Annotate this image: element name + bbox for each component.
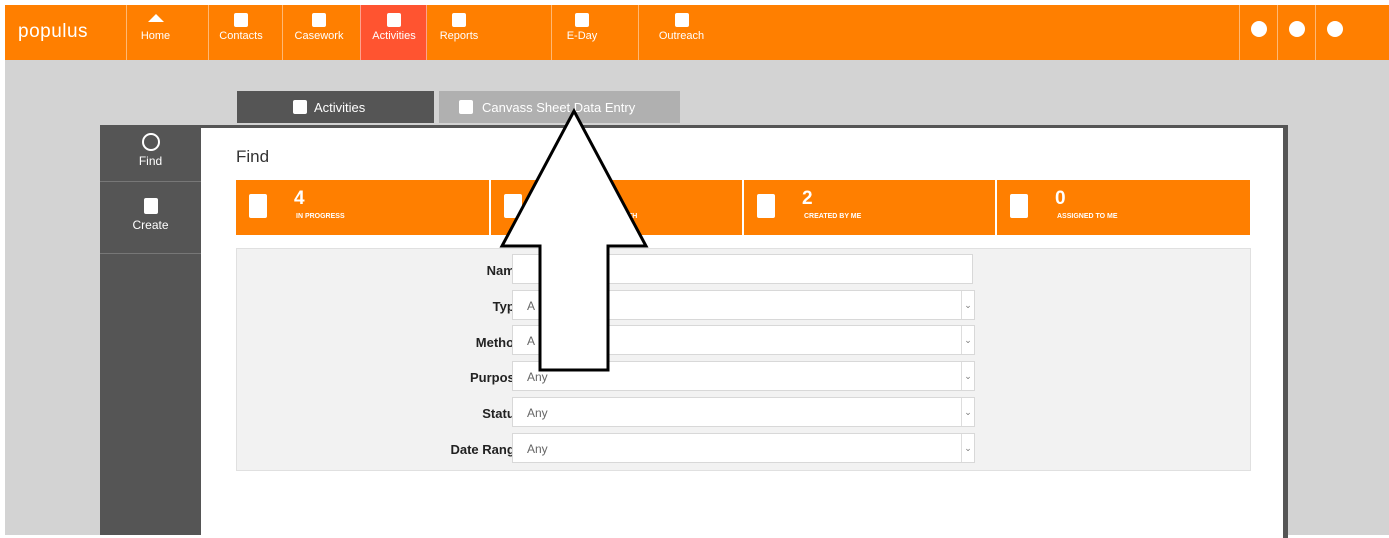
main-area: Activities Canvass Sheet Data Entry Find… xyxy=(5,60,1389,538)
clipboard-user-icon xyxy=(1010,194,1028,218)
user-icon xyxy=(1327,21,1343,37)
info-button[interactable] xyxy=(1277,5,1316,60)
stat-number: 2 xyxy=(802,188,813,209)
sidebar-item-label: Create xyxy=(132,218,169,232)
stat-label: ASSIGNED TO ME xyxy=(1057,213,1118,220)
stat-number: 4 xyxy=(294,188,305,209)
stat-label: CREATED BY ME xyxy=(804,213,862,220)
sidebar-item-create[interactable]: Create xyxy=(100,198,201,254)
nav-item-outreach[interactable]: Outreach xyxy=(638,5,724,60)
info-icon xyxy=(1289,21,1305,37)
page-title: Find xyxy=(236,147,270,166)
tab-activities[interactable]: Activities xyxy=(237,91,434,123)
select-value: Any xyxy=(527,442,548,456)
select-value: Any xyxy=(527,406,548,420)
nav-item-label: Reports xyxy=(439,30,479,42)
settings-button[interactable] xyxy=(1239,5,1278,60)
outreach-icon xyxy=(674,13,689,27)
nav-item-label: Activities xyxy=(372,30,416,42)
nav-item-label: E-Day xyxy=(566,30,598,42)
user-menu-button[interactable] xyxy=(1315,5,1354,60)
sidebar-item-find[interactable]: Find xyxy=(100,133,201,182)
sidebar: Find Create xyxy=(100,125,201,535)
sidebar-item-label: Find xyxy=(138,154,163,168)
stat-card-in-progress[interactable]: 4 IN PROGRESS xyxy=(236,180,489,235)
nav-item-label: Outreach xyxy=(658,30,705,42)
search-icon xyxy=(141,133,160,151)
stat-card-assigned-to-me[interactable]: 0 ASSIGNED TO ME xyxy=(997,180,1250,235)
home-icon xyxy=(147,14,164,22)
populus-logo[interactable]: populus xyxy=(18,21,88,43)
activities-icon xyxy=(387,13,401,27)
chevron-down-icon: ⌄ xyxy=(961,326,974,354)
date-range-label: Date Range xyxy=(450,442,522,457)
nav-item-label: Home xyxy=(140,30,171,42)
tab-label: Activities xyxy=(314,100,366,115)
arrow-shape xyxy=(499,108,649,372)
clipboard-icon xyxy=(757,194,775,218)
reports-icon xyxy=(452,13,466,27)
contacts-icon xyxy=(234,13,248,27)
create-activity-icon xyxy=(143,198,158,214)
status-select[interactable]: Any ⌄ xyxy=(512,397,975,427)
nav-item-contacts[interactable]: Contacts xyxy=(208,5,273,60)
up-arrow-annotation xyxy=(499,108,649,372)
eday-icon xyxy=(575,13,589,27)
status-label: Status xyxy=(482,406,522,421)
nav-item-home[interactable]: Home xyxy=(126,5,184,60)
nav-item-label: Casework xyxy=(294,30,344,42)
find-form: Name Type A ⌄ Method A ⌄ Purpose Any ⌄ S… xyxy=(236,248,1251,471)
clipboard-clock-icon xyxy=(249,194,267,218)
chevron-down-icon: ⌄ xyxy=(961,362,974,390)
chevron-down-icon: ⌄ xyxy=(961,291,974,319)
canvass-icon xyxy=(459,100,473,114)
casework-icon xyxy=(312,13,326,27)
nav-item-casework[interactable]: Casework xyxy=(282,5,355,60)
date-range-select[interactable]: Any ⌄ xyxy=(512,433,975,463)
stat-label: IN PROGRESS xyxy=(296,213,345,220)
stat-card-created-by-me[interactable]: 2 CREATED BY ME xyxy=(744,180,995,235)
nav-item-eday[interactable]: E-Day xyxy=(551,5,612,60)
nav-item-label: Contacts xyxy=(219,30,263,42)
chevron-down-icon: ⌄ xyxy=(961,434,974,462)
settings-icon xyxy=(1251,21,1267,37)
nav-item-activities[interactable]: Activities xyxy=(360,5,427,60)
activities-icon xyxy=(293,100,307,114)
top-nav-bar: populus Home Contacts Casework Activitie… xyxy=(5,5,1389,60)
find-panel: Find 4 IN PROGRESS TH 2 CREATED BY ME 0 … xyxy=(201,125,1288,538)
nav-item-reports[interactable]: Reports xyxy=(426,5,491,60)
stat-number: 0 xyxy=(1055,188,1066,209)
chevron-down-icon: ⌄ xyxy=(961,398,974,426)
